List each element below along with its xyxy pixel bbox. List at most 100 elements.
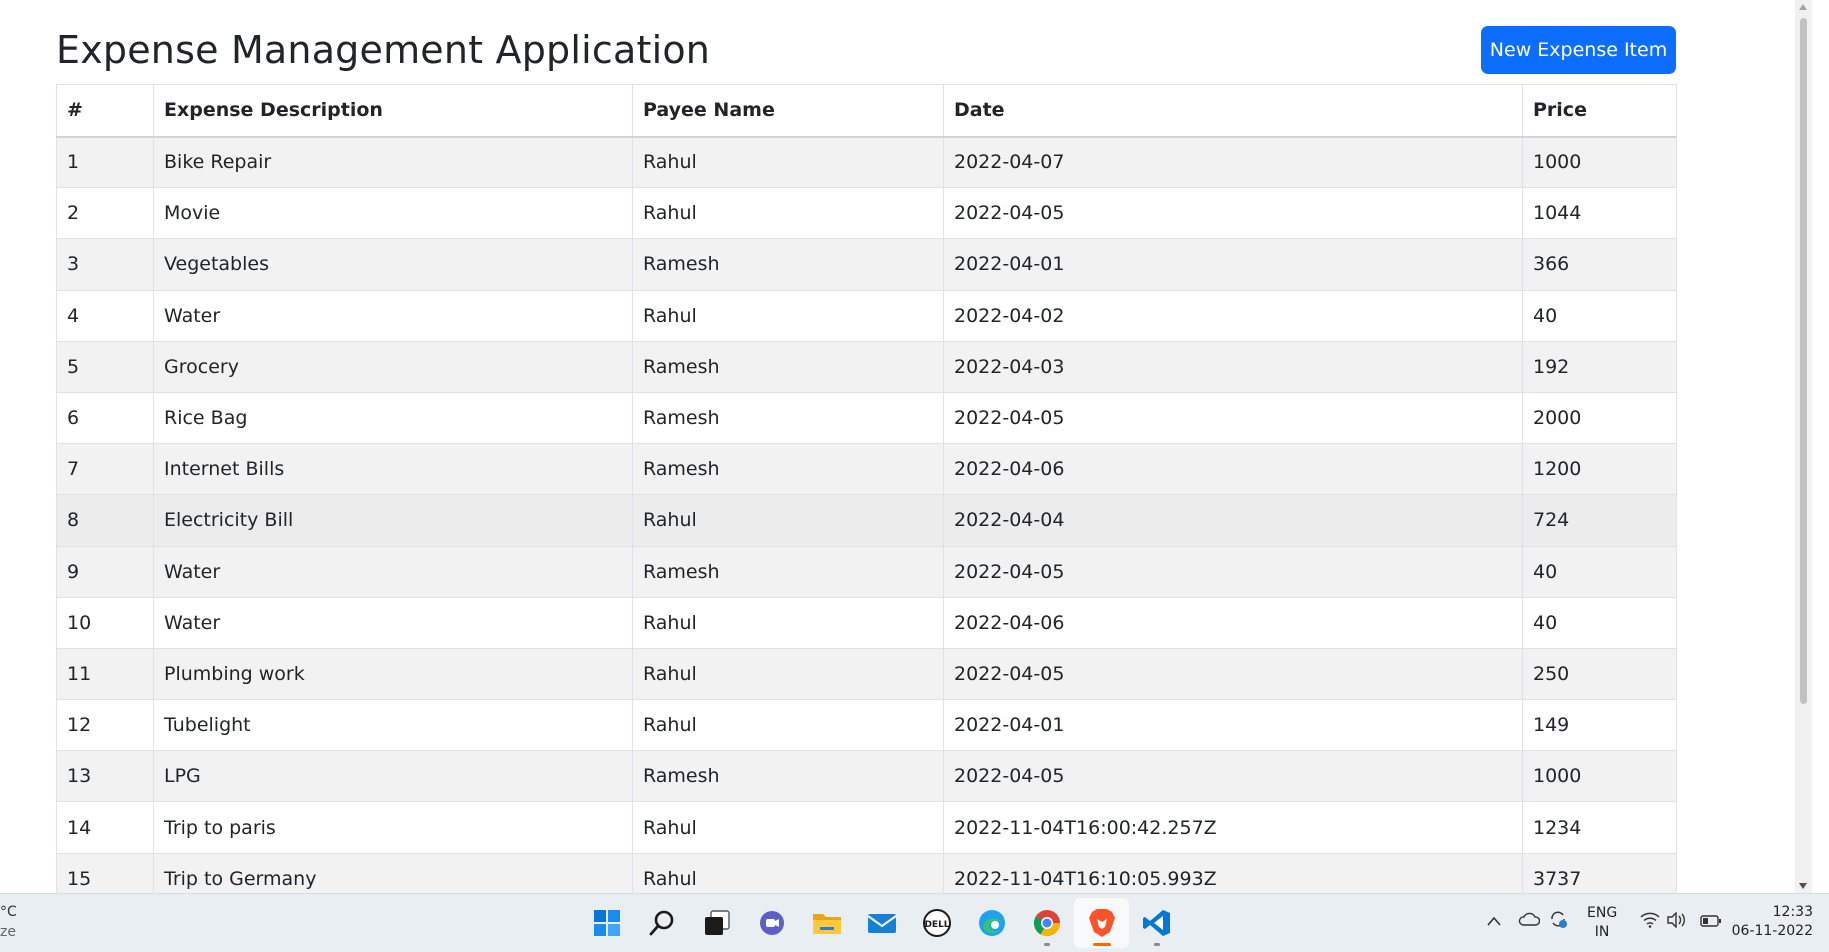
cell-price: 3737 bbox=[1522, 852, 1677, 893]
sync-icon[interactable] bbox=[1548, 909, 1568, 933]
cell-description: Grocery bbox=[153, 340, 633, 393]
cell-price: 1200 bbox=[1522, 443, 1677, 496]
edge-icon[interactable] bbox=[964, 898, 1019, 948]
cell-description: Water bbox=[153, 545, 633, 598]
cell-description: Rice Bag bbox=[153, 391, 633, 445]
expense-table: # Expense Description Payee Name Date Price … bbox=[56, 84, 1677, 893]
cell-price: 192 bbox=[1522, 340, 1677, 393]
header-price: Price bbox=[1522, 84, 1677, 138]
task-view-icon[interactable] bbox=[689, 898, 744, 948]
table-row[interactable]: 1 Bike Repair Rahul 2022-04-07 1000 bbox=[56, 135, 1677, 189]
cell-description: Water bbox=[153, 289, 633, 342]
cell-payee: Ramesh bbox=[632, 750, 944, 803]
table-row[interactable]: 5 Grocery Ramesh 2022-04-03 192 bbox=[56, 340, 1677, 393]
running-indicator bbox=[1043, 943, 1050, 946]
header-date: Date bbox=[943, 84, 1523, 138]
scroll-thumb[interactable] bbox=[1800, 18, 1807, 704]
page-title: Expense Management Application bbox=[56, 28, 711, 72]
table-row[interactable]: 7 Internet Bills Ramesh 2022-04-06 1200 bbox=[56, 443, 1677, 496]
cell-number: 14 bbox=[56, 801, 154, 854]
table-header: # Expense Description Payee Name Date Price bbox=[56, 84, 1677, 138]
mail-icon[interactable] bbox=[854, 898, 909, 948]
cell-description: Movie bbox=[153, 187, 633, 240]
cell-number: 3 bbox=[56, 238, 154, 291]
cell-payee: Rahul bbox=[632, 187, 944, 240]
clock[interactable]: 12:33 06-11-2022 bbox=[1732, 903, 1813, 941]
file-explorer-icon[interactable] bbox=[799, 898, 854, 948]
cell-payee: Rahul bbox=[632, 289, 944, 342]
cell-number: 13 bbox=[56, 750, 154, 803]
cell-date: 2022-04-05 bbox=[943, 187, 1523, 240]
cell-date: 2022-04-05 bbox=[943, 647, 1523, 701]
cell-date: 2022-04-06 bbox=[943, 596, 1523, 649]
weather-temp: °C bbox=[0, 904, 17, 920]
cell-number: 6 bbox=[56, 391, 154, 445]
table-row[interactable]: 13 LPG Ramesh 2022-04-05 1000 bbox=[56, 750, 1677, 803]
active-indicator bbox=[1092, 943, 1111, 946]
weather-desc: ze bbox=[0, 924, 16, 940]
table-row[interactable]: 14 Trip to paris Rahul 2022-11-04T16:00:42.… bbox=[56, 801, 1677, 854]
cell-description: Electricity Bill bbox=[153, 494, 633, 547]
show-hidden-icons-chevron-icon[interactable] bbox=[1486, 912, 1502, 931]
cell-description: Plumbing work bbox=[153, 647, 633, 701]
windows-start-icon[interactable] bbox=[579, 898, 634, 948]
cell-price: 1000 bbox=[1522, 750, 1677, 803]
cell-price: 250 bbox=[1522, 647, 1677, 701]
chrome-icon[interactable] bbox=[1019, 898, 1074, 948]
svg-text:DELL: DELL bbox=[924, 920, 949, 930]
cell-number: 15 bbox=[56, 852, 154, 893]
cell-price: 40 bbox=[1522, 596, 1677, 649]
cell-date: 2022-11-04T16:10:05.993Z bbox=[943, 852, 1523, 893]
cell-date: 2022-04-03 bbox=[943, 340, 1523, 393]
cell-price: 1000 bbox=[1522, 135, 1677, 189]
new-expense-item-button[interactable]: New Expense Item bbox=[1481, 26, 1676, 74]
cell-date: 2022-04-01 bbox=[943, 699, 1523, 752]
cell-date: 2022-04-04 bbox=[943, 494, 1523, 547]
teams-chat-icon[interactable] bbox=[744, 898, 799, 948]
table-row[interactable]: 8 Electricity Bill Rahul 2022-04-04 724 bbox=[56, 494, 1677, 547]
cell-date: 2022-04-01 bbox=[943, 238, 1523, 291]
scroll-up-arrow-icon[interactable] bbox=[1799, 4, 1807, 10]
table-row[interactable]: 3 Vegetables Ramesh 2022-04-01 366 bbox=[56, 238, 1677, 291]
scroll-down-arrow-icon[interactable] bbox=[1799, 883, 1807, 889]
table-body: 1 Bike Repair Rahul 2022-04-07 1000 2 Movie Rah… bbox=[56, 135, 1677, 893]
table-row[interactable]: 10 Water Rahul 2022-04-06 40 bbox=[56, 596, 1677, 649]
table-row[interactable]: 12 Tubelight Rahul 2022-04-01 149 bbox=[56, 699, 1677, 752]
brave-icon[interactable] bbox=[1074, 898, 1129, 948]
cell-payee: Ramesh bbox=[632, 340, 944, 393]
running-indicator bbox=[1153, 943, 1160, 946]
clock-date: 06-11-2022 bbox=[1731, 923, 1813, 939]
wifi-icon[interactable] bbox=[1640, 912, 1660, 932]
cell-date: 2022-04-07 bbox=[943, 135, 1523, 189]
table-row[interactable]: 15 Trip to Germany Rahul 2022-11-04T16:10:0… bbox=[56, 852, 1677, 893]
vertical-scrollbar[interactable] bbox=[1795, 0, 1812, 893]
weather-widget[interactable]: °C ze bbox=[0, 902, 17, 942]
cell-payee: Rahul bbox=[632, 135, 944, 189]
speaker-icon[interactable] bbox=[1666, 911, 1686, 932]
table-row[interactable]: 2 Movie Rahul 2022-04-05 1044 bbox=[56, 187, 1677, 240]
cell-date: 2022-04-05 bbox=[943, 545, 1523, 598]
battery-icon[interactable] bbox=[1700, 913, 1722, 932]
cell-description: Vegetables bbox=[153, 238, 633, 291]
page-header: Expense Management Application New Expen… bbox=[56, 24, 1676, 84]
vscode-icon[interactable] bbox=[1129, 898, 1184, 948]
table-row[interactable]: 4 Water Rahul 2022-04-02 40 bbox=[56, 289, 1677, 342]
cell-description: Tubelight bbox=[153, 699, 633, 752]
language-indicator[interactable]: ENG IN bbox=[1587, 904, 1617, 942]
table-row[interactable]: 11 Plumbing work Rahul 2022-04-05 250 bbox=[56, 647, 1677, 701]
cell-payee: Ramesh bbox=[632, 238, 944, 291]
table-row[interactable]: 9 Water Ramesh 2022-04-05 40 bbox=[56, 545, 1677, 598]
cell-price: 724 bbox=[1522, 494, 1677, 547]
cell-date: 2022-04-05 bbox=[943, 750, 1523, 803]
cell-description: Internet Bills bbox=[153, 443, 633, 496]
cell-description: Trip to Germany bbox=[153, 852, 633, 893]
table-row[interactable]: 6 Rice Bag Ramesh 2022-04-05 2000 bbox=[56, 391, 1677, 445]
dell-icon[interactable]: DELL bbox=[909, 898, 964, 948]
search-icon[interactable] bbox=[634, 898, 689, 948]
cell-date: 2022-04-05 bbox=[943, 391, 1523, 445]
taskbar-apps: DELL bbox=[579, 898, 1184, 948]
onedrive-cloud-icon[interactable] bbox=[1518, 911, 1541, 931]
app-page: Expense Management Application New Expen… bbox=[0, 0, 1812, 893]
table-header-row: # Expense Description Payee Name Date Price bbox=[56, 84, 1677, 138]
cell-payee: Rahul bbox=[632, 801, 944, 854]
